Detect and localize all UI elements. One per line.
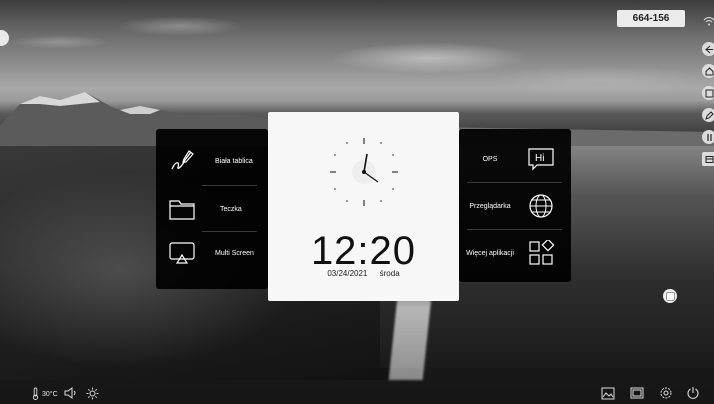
divider: [202, 185, 257, 186]
divider: [202, 231, 257, 232]
app-label: Przeglądarka: [469, 202, 511, 210]
app-folder[interactable]: Teczka: [156, 189, 268, 229]
screen-cast-icon: [169, 240, 195, 266]
settings-icon[interactable]: [659, 386, 673, 400]
app-multi-screen[interactable]: Multi Screen: [156, 233, 268, 273]
pen-icon[interactable]: [702, 108, 714, 122]
clock-date-row: 03/24/2021 środa: [268, 269, 459, 278]
brightness-icon[interactable]: [86, 387, 99, 402]
status-bar: 30°C: [32, 386, 99, 402]
volume-icon[interactable]: [64, 387, 78, 401]
square-icon: [665, 291, 675, 301]
clock-time: 12:20: [310, 229, 417, 273]
screen-id-badge: 664-156: [617, 10, 685, 27]
power-icon[interactable]: [686, 386, 700, 400]
globe-icon: [527, 192, 555, 220]
hi-chat-bubble-icon: Hi: [527, 145, 555, 173]
app-browser[interactable]: Przeglądarka: [459, 186, 571, 226]
app-ops[interactable]: OPS Hi: [459, 139, 571, 179]
left-app-panel: Biała tablica Teczka Multi Screen: [156, 129, 268, 289]
gallery-icon[interactable]: [601, 386, 615, 400]
divider: [467, 182, 562, 183]
folder-icon: [169, 196, 195, 222]
analog-clock-icon: [330, 138, 398, 206]
wifi-icon[interactable]: [702, 14, 714, 28]
right-app-panel: OPS Hi Przeglądarka Więcej aplikacji: [459, 129, 571, 282]
screen-icon[interactable]: [702, 152, 714, 166]
desktop-screen: 664-156 Biała tablica Teczka Multi Scree…: [0, 0, 714, 404]
floating-menu-button[interactable]: [663, 289, 677, 303]
clock-weekday: środa: [379, 269, 400, 278]
apps-grid-icon: [527, 239, 555, 267]
bottom-toolbar: [601, 384, 709, 402]
clock-date: 03/24/2021: [327, 269, 368, 278]
home-icon[interactable]: [702, 64, 714, 78]
svg-text:Hi: Hi: [535, 153, 544, 164]
divider: [467, 229, 562, 230]
split-icon[interactable]: [702, 130, 714, 144]
app-label: Więcej aplikacji: [466, 249, 514, 257]
app-label: Biała tablica: [215, 157, 253, 165]
app-label: Multi Screen: [215, 249, 254, 257]
thermometer-icon: [32, 387, 39, 402]
clock-widget[interactable]: 12:20 03/24/2021 środa: [268, 112, 459, 301]
window-switch-icon[interactable]: [630, 386, 644, 400]
back-icon[interactable]: [702, 42, 714, 56]
app-more-apps[interactable]: Więcej aplikacji: [459, 233, 571, 273]
app-label: OPS: [482, 155, 498, 163]
temperature-value: 30°C: [42, 390, 58, 398]
app-whiteboard[interactable]: Biała tablica: [156, 141, 268, 181]
pen-signature-icon: [169, 148, 195, 174]
window-icon[interactable]: [702, 86, 714, 100]
app-label: Teczka: [220, 205, 242, 213]
